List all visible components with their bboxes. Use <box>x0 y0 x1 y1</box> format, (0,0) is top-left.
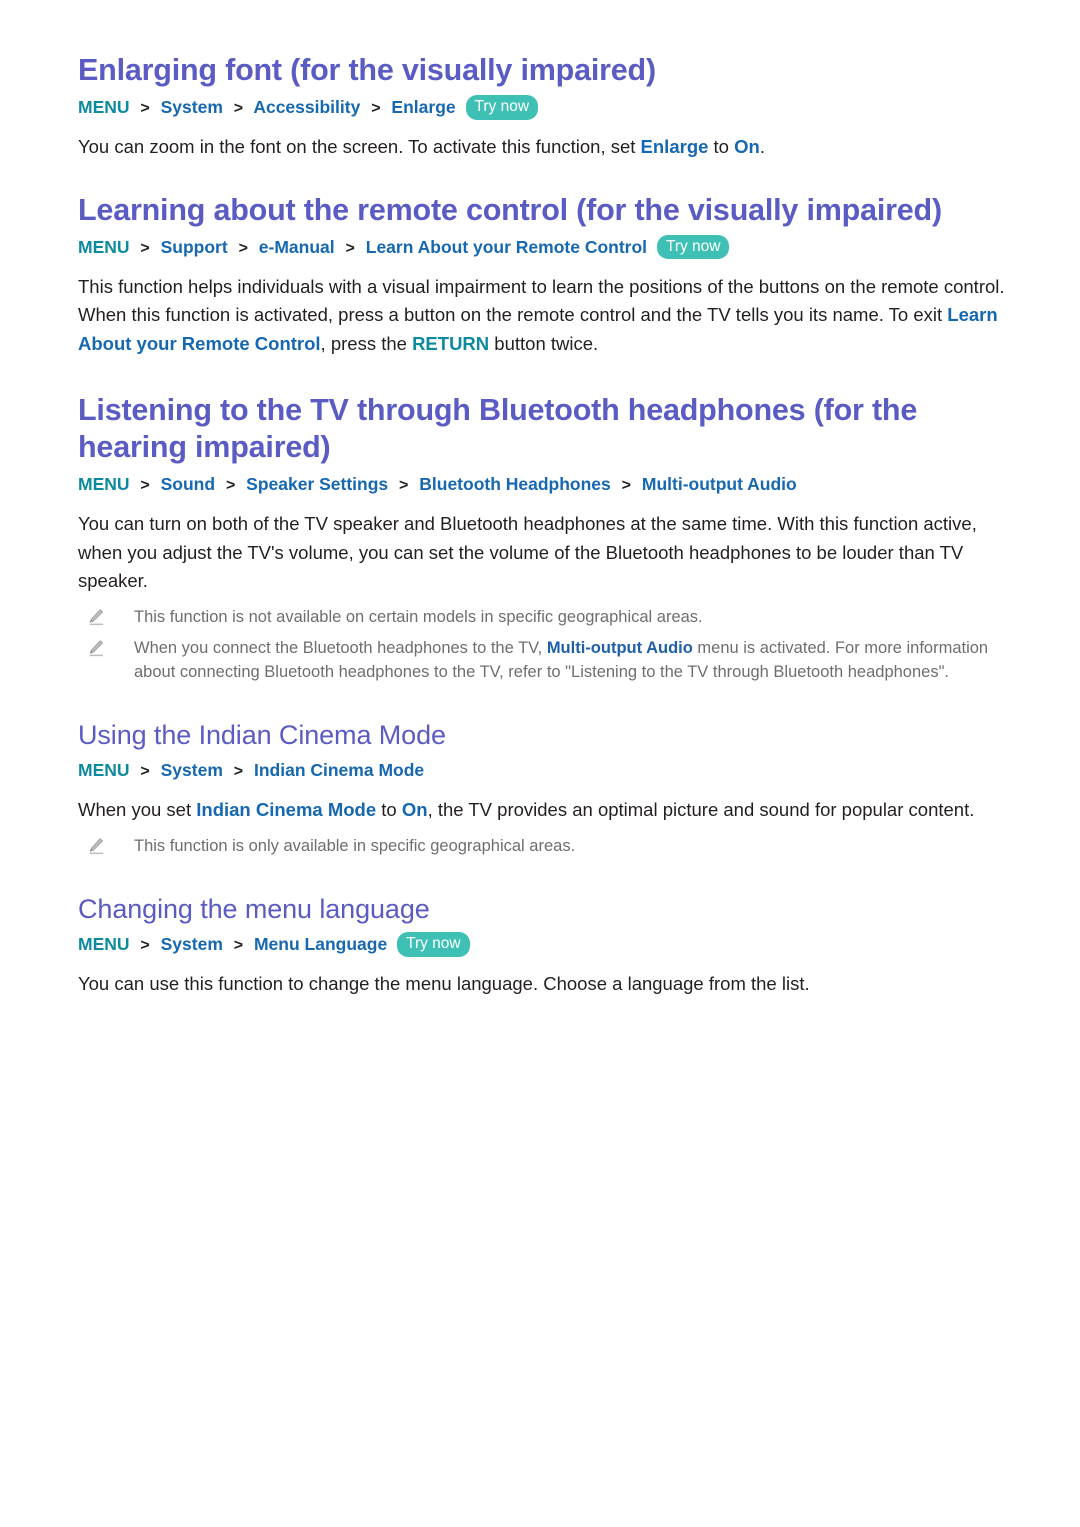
section-enlarging-font: Enlarging font (for the visually impaire… <box>78 52 1010 162</box>
try-now-badge[interactable]: Try now <box>465 95 539 120</box>
paragraph-text: , press the <box>320 332 413 354</box>
section-paragraph: This function helps individuals with a v… <box>78 273 1010 359</box>
chevron-right-icon: > <box>238 239 248 257</box>
section-bluetooth-headphones: Listening to the TV through Bluetooth he… <box>78 392 1010 684</box>
breadcrumb-root[interactable]: MENU <box>78 760 130 780</box>
chevron-right-icon: > <box>233 763 244 780</box>
chevron-right-icon: > <box>140 239 150 257</box>
note-item: This function is only available in speci… <box>78 835 1010 859</box>
chevron-right-icon: > <box>140 937 150 954</box>
chevron-right-icon: > <box>399 477 409 494</box>
breadcrumb-step-indian-cinema-mode[interactable]: Indian Cinema Mode <box>254 760 424 780</box>
breadcrumb: MENU > Support > e-Manual > Learn About … <box>78 234 1010 261</box>
pencil-icon <box>86 836 106 856</box>
breadcrumb-step-sound[interactable]: Sound <box>161 474 215 494</box>
paragraph-text: , the TV provides an optimal picture and… <box>427 799 975 820</box>
breadcrumb-step-enlarge[interactable]: Enlarge <box>391 97 455 117</box>
paragraph-text: When you set <box>78 799 197 820</box>
section-heading: Enlarging font (for the visually impaire… <box>78 53 656 87</box>
breadcrumb-step-system[interactable]: System <box>161 934 223 954</box>
note-text: When you connect the Bluetooth headphone… <box>134 639 547 657</box>
breadcrumb-root[interactable]: MENU <box>78 474 130 494</box>
paragraph-text: . <box>759 136 765 157</box>
section-changing-menu-language: Changing the menu language MENU > System… <box>78 892 1010 999</box>
section-paragraph: You can zoom in the font on the screen. … <box>78 133 1010 162</box>
breadcrumb-step-support[interactable]: Support <box>161 237 228 257</box>
paragraph-text: You can zoom in the font on the screen. … <box>78 136 641 157</box>
chevron-right-icon: > <box>371 100 381 117</box>
section-heading: Changing the menu language <box>78 894 430 924</box>
pencil-icon <box>86 607 106 627</box>
breadcrumb-step-system[interactable]: System <box>161 760 223 780</box>
chevron-right-icon: > <box>233 937 244 954</box>
breadcrumb-step-speaker-settings[interactable]: Speaker Settings <box>246 474 388 494</box>
paragraph-text: to <box>708 136 735 157</box>
try-now-badge[interactable]: Try now <box>397 932 470 957</box>
breadcrumb: MENU > System > Indian Cinema Mode <box>78 758 1010 784</box>
document-page: Enlarging font (for the visually impaire… <box>0 0 1080 1527</box>
breadcrumb-root[interactable]: MENU <box>78 934 130 954</box>
breadcrumb-step-multi-output-audio[interactable]: Multi-output Audio <box>642 474 797 494</box>
note-item: This function is not available on certai… <box>78 606 1010 630</box>
breadcrumb-step-system[interactable]: System <box>161 97 223 117</box>
paragraph-text: This function helps individuals with a v… <box>78 275 1005 326</box>
note-text: This function is not available on certai… <box>134 607 703 626</box>
section-heading: Listening to the TV through Bluetooth he… <box>78 393 918 464</box>
section-indian-cinema-mode: Using the Indian Cinema Mode MENU > Syst… <box>78 718 1010 858</box>
note-text: This function is only available in speci… <box>134 836 576 855</box>
chevron-right-icon: > <box>621 477 631 494</box>
section-heading: Learning about the remote control (for t… <box>78 192 942 227</box>
note-item: When you connect the Bluetooth headphone… <box>78 637 1010 684</box>
inline-link-indian-cinema-mode[interactable]: Indian Cinema Mode <box>196 799 376 820</box>
breadcrumb-step-learn-about-remote[interactable]: Learn About your Remote Control <box>366 237 647 257</box>
breadcrumb: MENU > Sound > Speaker Settings > Blueto… <box>78 472 1010 498</box>
chevron-right-icon: > <box>140 763 150 780</box>
chevron-right-icon: > <box>225 477 236 494</box>
inline-link-return[interactable]: RETURN <box>412 333 489 354</box>
pencil-icon <box>86 638 106 658</box>
chevron-right-icon: > <box>345 239 355 257</box>
paragraph-text: button twice. <box>489 332 599 354</box>
inline-link-on[interactable]: On <box>402 799 428 820</box>
breadcrumb-step-menu-language[interactable]: Menu Language <box>254 934 387 954</box>
breadcrumb-root[interactable]: MENU <box>78 97 130 117</box>
breadcrumb-step-accessibility[interactable]: Accessibility <box>253 97 360 117</box>
section-paragraph: You can use this function to change the … <box>78 973 810 994</box>
section-paragraph: When you set Indian Cinema Mode to On, t… <box>78 796 1010 825</box>
breadcrumb-root[interactable]: MENU <box>78 237 130 257</box>
chevron-right-icon: > <box>140 477 150 494</box>
section-paragraph: You can turn on both of the TV speaker a… <box>78 513 977 591</box>
inline-link-enlarge[interactable]: Enlarge <box>641 136 709 157</box>
chevron-right-icon: > <box>140 100 150 117</box>
breadcrumb: MENU > System > Menu Language Try now <box>78 932 1010 958</box>
section-learning-remote-control: Learning about the remote control (for t… <box>78 192 1010 359</box>
inline-link-multi-output-audio[interactable]: Multi-output Audio <box>547 639 693 657</box>
breadcrumb: MENU > System > Accessibility > Enlarge … <box>78 95 1010 121</box>
section-heading: Using the Indian Cinema Mode <box>78 720 446 750</box>
breadcrumb-step-e-manual[interactable]: e-Manual <box>259 237 335 257</box>
inline-link-on[interactable]: On <box>734 136 760 157</box>
breadcrumb-step-bluetooth-headphones[interactable]: Bluetooth Headphones <box>419 474 611 494</box>
try-now-badge[interactable]: Try now <box>656 234 730 259</box>
chevron-right-icon: > <box>233 100 244 117</box>
paragraph-text: to <box>376 799 402 820</box>
